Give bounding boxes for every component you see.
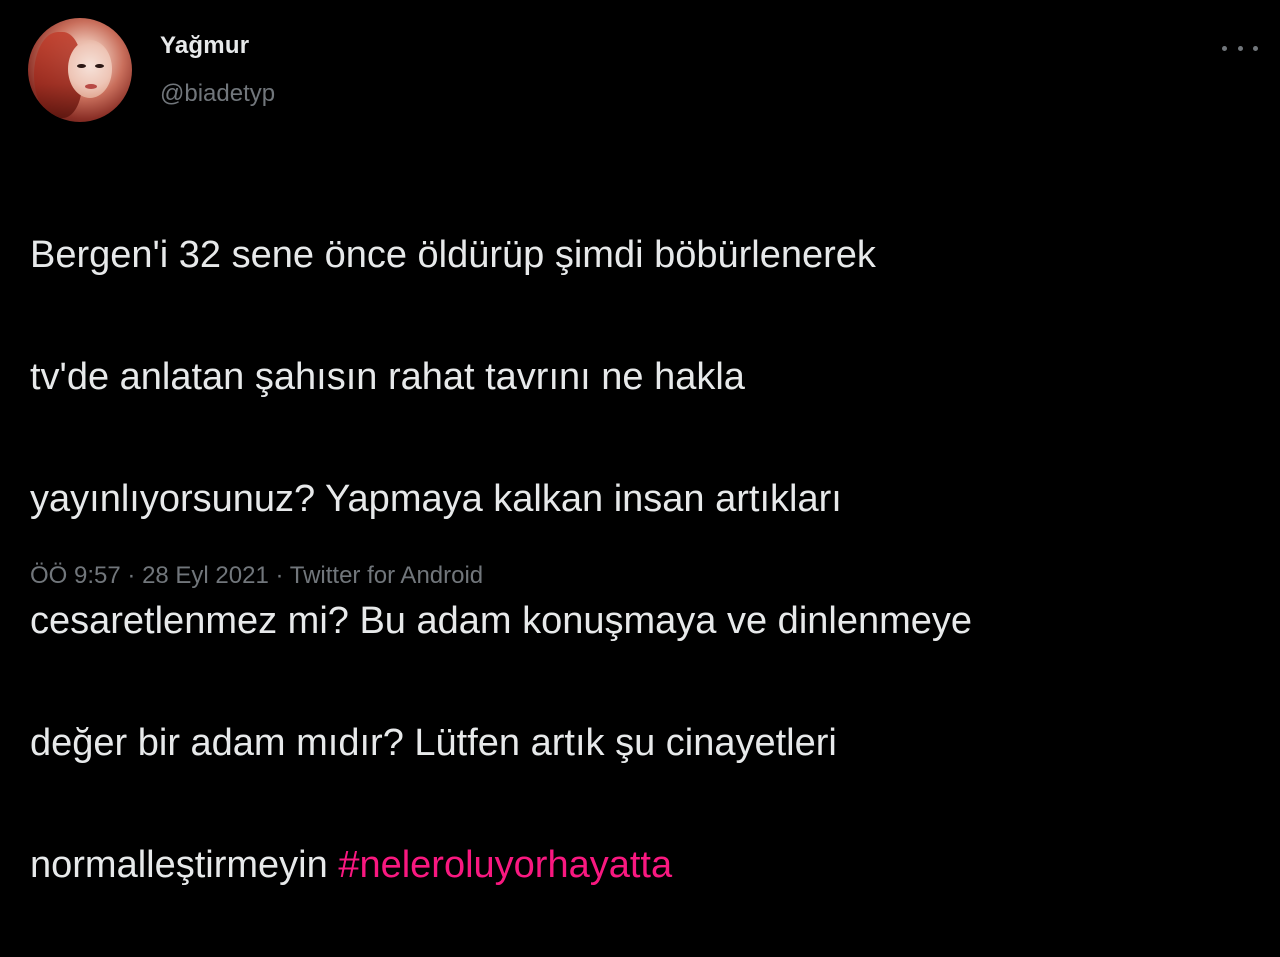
meta-separator: · — [275, 562, 284, 589]
tweet-line-last: normalleştirmeyin #neleroluyorhayatta — [30, 835, 1250, 896]
tweet-line: cesaretlenmez mi? Bu adam konuşmaya ve d… — [30, 600, 973, 642]
tweet-line-text: normalleştirmeyin — [30, 844, 339, 886]
tweet-line: Bergen'i 32 sene önce öldürüp şimdi böbü… — [30, 234, 876, 276]
avatar-lips — [85, 84, 97, 89]
avatar-eye-left — [77, 64, 86, 68]
tweet-time[interactable]: ÖÖ 9:57 — [30, 562, 121, 589]
display-name[interactable]: Yağmur — [160, 32, 249, 60]
avatar-face — [68, 40, 112, 98]
avatar-eye-right — [95, 64, 104, 68]
tweet-source[interactable]: Twitter for Android — [290, 562, 483, 589]
tweet-card: Yağmur @biadetyp Bergen'i 32 sene önce ö… — [0, 0, 1280, 886]
tweet-text: Bergen'i 32 sene önce öldürüp şimdi böbü… — [30, 164, 1250, 957]
meta-separator: · — [127, 562, 136, 589]
tweet-line: değer bir adam mıdır? Lütfen artık şu ci… — [30, 722, 837, 764]
tweet-line: yayınlıyorsunuz? Yapmaya kalkan insan ar… — [30, 478, 842, 520]
more-dot — [1222, 45, 1227, 51]
more-options-icon[interactable] — [1222, 38, 1258, 58]
user-handle[interactable]: @biadetyp — [160, 80, 275, 108]
hashtag-link[interactable]: #neleroluyorhayatta — [338, 844, 672, 886]
avatar[interactable] — [28, 18, 132, 122]
more-dot — [1253, 45, 1258, 51]
tweet-date[interactable]: 28 Eyl 2021 — [142, 562, 269, 589]
tweet-line: tv'de anlatan şahısın rahat tavrını ne h… — [30, 356, 745, 398]
tweet-meta: ÖÖ 9:57 · 28 Eyl 2021 · Twitter for Andr… — [30, 562, 483, 590]
more-dot — [1237, 45, 1243, 51]
